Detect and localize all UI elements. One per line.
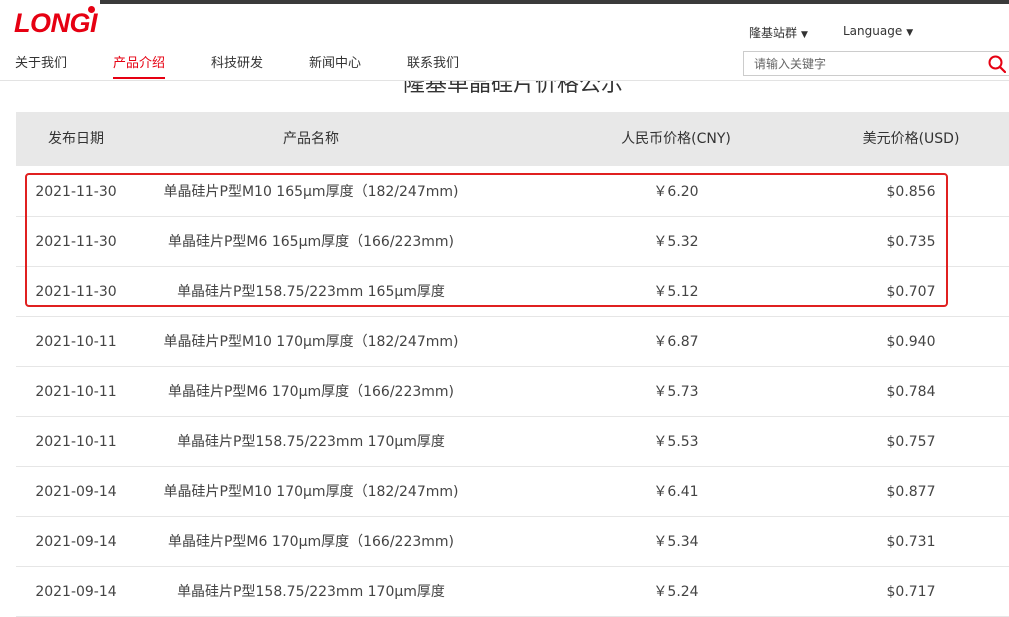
nav-item-research[interactable]: 科技研发 (211, 55, 263, 77)
table-row: 2021-10-11 单晶硅片P型M6 170μm厚度（166/223mm) ￥… (16, 367, 1009, 417)
language-dropdown[interactable]: Language ▼ (843, 24, 913, 38)
table-header: 发布日期 产品名称 人民币价格(CNY) 美元价格(USD) (16, 112, 1009, 166)
highlight-box (25, 173, 948, 307)
logo-dot (88, 6, 95, 13)
nav-item-about[interactable]: 关于我们 (15, 55, 67, 77)
cell-date: 2021-10-11 (35, 384, 117, 400)
cell-cny-price: ￥6.41 (653, 484, 699, 500)
nav-item-news[interactable]: 新闻中心 (309, 55, 361, 77)
longi-logo[interactable]: LONGI (14, 5, 98, 41)
cell-cny-price: ￥6.87 (653, 334, 699, 350)
cell-product-name: 单晶硅片P型158.75/223mm 170μm厚度 (177, 434, 445, 450)
caret-down-icon: ▼ (906, 28, 914, 38)
header-cny-price: 人民币价格(CNY) (621, 131, 731, 147)
site-header: LONGI 隆基站群 ▼ Language ▼ 关于我们 产品介绍 科技研发 新闻中… (0, 0, 1009, 81)
search-box (743, 51, 1009, 76)
site-group-dropdown[interactable]: 隆基站群 ▼ (749, 24, 808, 41)
nav-item-contact[interactable]: 联系我们 (407, 55, 459, 77)
cell-date: 2021-10-11 (35, 434, 117, 450)
search-icon[interactable] (988, 55, 1007, 77)
header-date: 发布日期 (48, 131, 104, 147)
top-strip-left (0, 0, 100, 4)
caret-down-icon: ▼ (801, 30, 808, 40)
logo-text: LONGI (14, 8, 98, 38)
header-usd-price: 美元价格(USD) (862, 131, 960, 147)
language-label: Language (843, 24, 903, 38)
table-row: 2021-10-11 单晶硅片P型158.75/223mm 170μm厚度 ￥5… (16, 417, 1009, 467)
cell-product-name: 单晶硅片P型M10 170μm厚度（182/247mm) (163, 334, 459, 350)
cell-product-name: 单晶硅片P型M6 170μm厚度（166/223mm) (167, 534, 455, 550)
cell-usd-price: $0.940 (886, 334, 936, 350)
cell-cny-price: ￥5.53 (653, 434, 699, 450)
table-row: 2021-09-14 单晶硅片P型M6 170μm厚度（166/223mm) ￥… (16, 517, 1009, 567)
site-group-label: 隆基站群 (749, 26, 798, 40)
cell-usd-price: $0.731 (886, 534, 936, 550)
cell-date: 2021-09-14 (35, 534, 117, 550)
table-row: 2021-09-14 单晶硅片P型M10 170μm厚度（182/247mm) … (16, 467, 1009, 517)
cell-usd-price: $0.757 (886, 434, 936, 450)
nav-item-products[interactable]: 产品介绍 (113, 55, 166, 79)
cell-product-name: 单晶硅片P型M10 170μm厚度（182/247mm) (163, 484, 459, 500)
cell-usd-price: $0.784 (886, 384, 936, 400)
cell-product-name: 单晶硅片P型M6 170μm厚度（166/223mm) (167, 384, 455, 400)
top-strip (0, 0, 1009, 4)
cell-cny-price: ￥5.34 (653, 534, 699, 550)
cell-cny-price: ￥5.73 (653, 384, 699, 400)
cell-date: 2021-10-11 (35, 334, 117, 350)
cell-usd-price: $0.877 (886, 484, 936, 500)
search-input[interactable] (744, 52, 974, 75)
header-product-name: 产品名称 (283, 131, 339, 147)
table-row: 2021-10-11 单晶硅片P型M10 170μm厚度（182/247mm) … (16, 317, 1009, 367)
cell-date: 2021-09-14 (35, 484, 117, 500)
